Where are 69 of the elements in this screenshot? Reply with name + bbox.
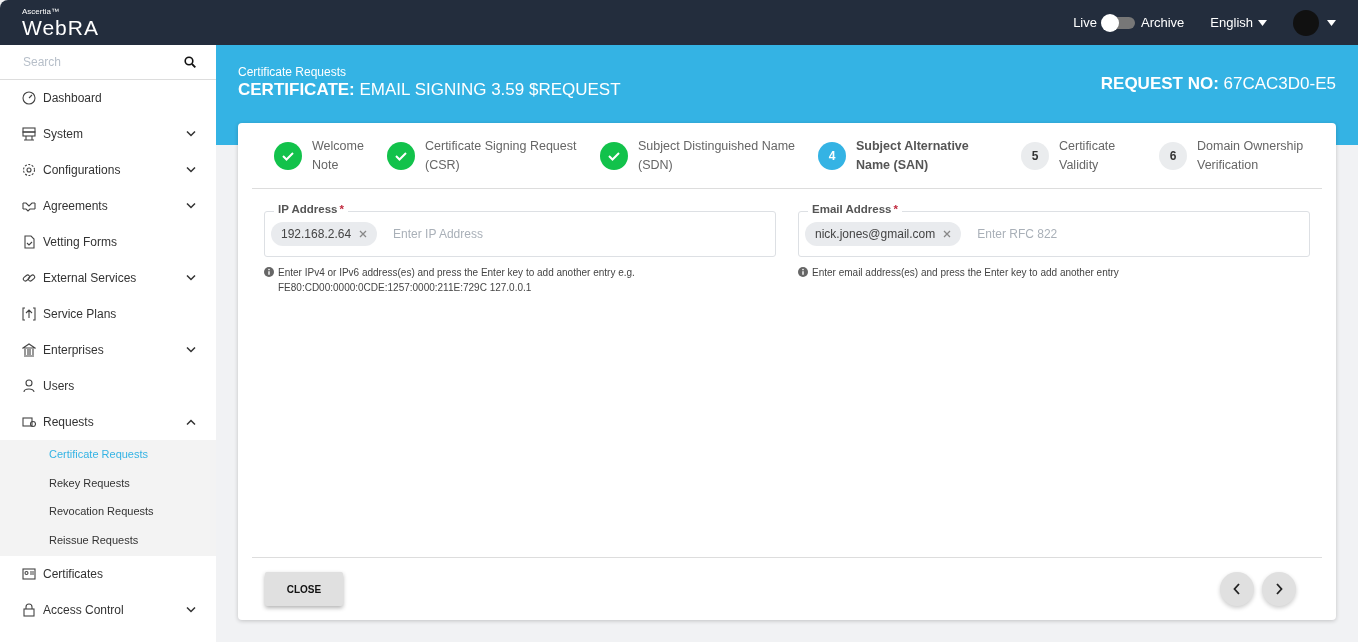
sidebar-item[interactable]: System: [0, 116, 216, 152]
step-number: 4: [818, 141, 846, 170]
chevron-left-icon: [1233, 583, 1241, 595]
gear-icon: [22, 163, 36, 177]
bank-icon: [22, 343, 36, 357]
next-button[interactable]: [1262, 572, 1296, 606]
step-label[interactable]: Subject Alternative Name (SAN): [856, 136, 1006, 175]
request-number: REQUEST NO: 67CAC3D0-E5: [1100, 74, 1336, 94]
sidebar-item[interactable]: Service Plans: [0, 296, 216, 332]
chevron-down-icon[interactable]: [186, 167, 196, 173]
chevron-down-icon[interactable]: [186, 347, 196, 353]
value-chip: 192.168.2.64: [271, 222, 378, 246]
chevron-down-icon[interactable]: [186, 607, 196, 613]
live-archive-toggle[interactable]: [1103, 16, 1135, 29]
sidebar-item[interactable]: Users: [0, 368, 216, 404]
hint-text: Enter email address(es) and press the Enter key to add another entry: [812, 266, 1119, 280]
sidebar-item[interactable]: Enterprises: [0, 332, 216, 368]
sidebar-item[interactable]: Access Control: [0, 592, 216, 628]
sidebar-item[interactable]: Requests: [0, 404, 216, 440]
value-chip: nick.jones@gmail.com: [805, 222, 962, 246]
page-title: CERTIFICATE: EMAIL SIGNING 3.59 $REQUEST: [238, 80, 621, 100]
chevron-down-icon[interactable]: [186, 275, 196, 281]
field-label: IP Address *: [274, 203, 348, 215]
sidebar-item[interactable]: External Services: [0, 260, 216, 296]
step-label[interactable]: Domain Ownership Verification: [1197, 136, 1317, 175]
chevron-up-icon[interactable]: [186, 419, 196, 425]
submenu-item[interactable]: Revocation Requests: [0, 497, 216, 526]
field-label: Email Address *: [808, 203, 902, 215]
caret-icon[interactable]: [1327, 19, 1336, 26]
toggle-label: Archive: [1141, 15, 1185, 30]
close-button[interactable]: CLOSE: [265, 572, 343, 606]
breadcrumb: Certificate Requests: [238, 65, 348, 79]
search-icon[interactable]: [184, 56, 196, 68]
user-icon: [22, 379, 36, 393]
sidebar-item[interactable]: Dashboard: [0, 80, 216, 116]
document-icon: [22, 235, 36, 249]
caret-icon: [1258, 19, 1267, 26]
remove-icon[interactable]: [359, 230, 368, 238]
step-label[interactable]: Subject Distinguished Name (SDN): [638, 136, 803, 175]
step-label[interactable]: Certificate Signing Request (CSR): [425, 136, 585, 175]
sidebar-item[interactable]: Vetting Forms: [0, 224, 216, 260]
language-dropdown[interactable]: English: [1210, 15, 1267, 30]
sidebar-item[interactable]: Configurations: [0, 152, 216, 188]
sidebar-item[interactable]: Certificates: [0, 556, 216, 592]
brand-logo: WebRA: [22, 16, 99, 38]
step-number: 6: [1159, 141, 1187, 170]
server-icon: [22, 127, 36, 141]
hint-example: FE80:CD00:0000:0CDE:1257:0000:211E:729C 127.0.0.1: [278, 281, 533, 295]
brand-tagline: Ascertia™: [22, 7, 60, 16]
info-icon: [798, 267, 808, 277]
certificate-icon: [22, 567, 36, 581]
submenu-item[interactable]: Rekey Requests: [0, 468, 216, 497]
info-icon: [264, 267, 274, 277]
step-label[interactable]: Welcome Note: [312, 136, 372, 175]
step-number: 5: [1021, 141, 1049, 170]
submenu-item[interactable]: Reissue Requests: [0, 525, 216, 554]
chevron-down-icon[interactable]: [186, 203, 196, 209]
step-label[interactable]: Certificate Validity: [1059, 136, 1144, 175]
sidebar-item[interactable]: Agreements: [0, 188, 216, 224]
card-icon: [22, 415, 36, 429]
chevron-down-icon[interactable]: [186, 131, 196, 137]
link-icon: [22, 271, 36, 285]
previous-button[interactable]: [1220, 572, 1254, 606]
chevron-right-icon: [1275, 583, 1283, 595]
gauge-icon: [22, 91, 36, 105]
toggle-label: Live: [1073, 15, 1097, 30]
remove-icon[interactable]: [943, 230, 952, 238]
hint-text: Enter IPv4 or IPv6 address(es) and press the Enter key to add another entry e.g.: [278, 266, 635, 280]
lock-icon: [22, 603, 36, 617]
